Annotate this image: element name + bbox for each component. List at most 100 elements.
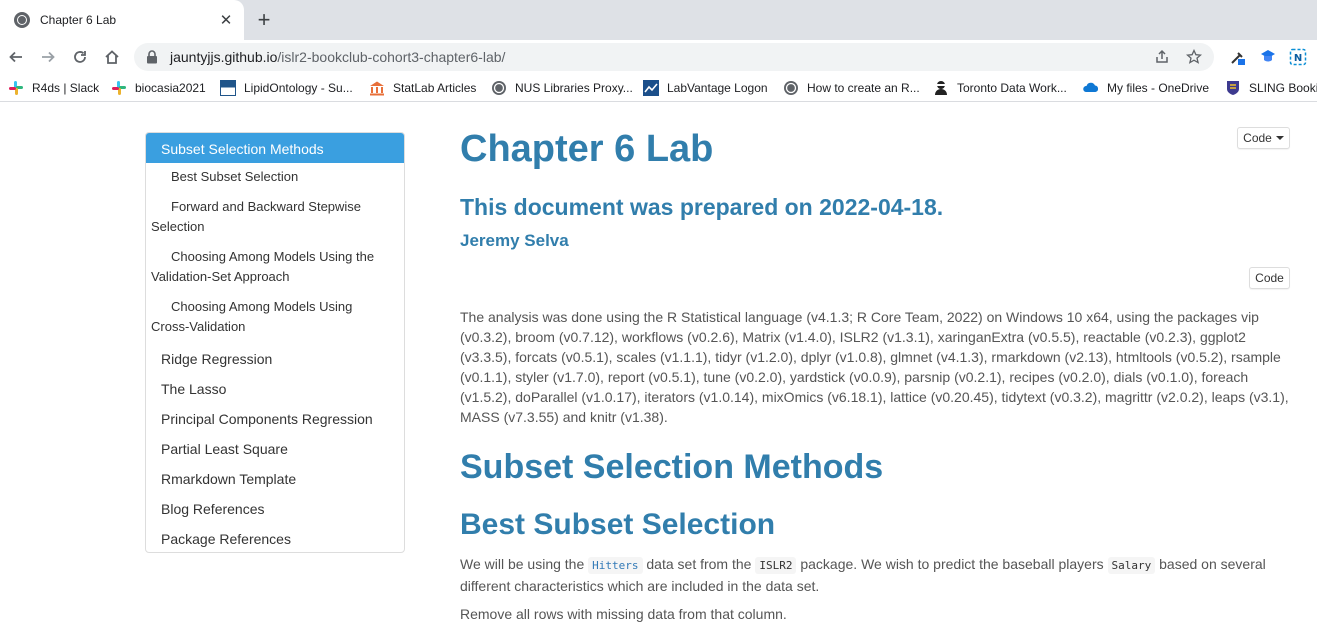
section-heading: Subset Selection Methods <box>460 448 884 486</box>
bookmarks-bar: R4ds | Slack biocasia2021 LipidOntology … <box>0 74 1317 102</box>
bookmark-label: R4ds | Slack <box>32 81 100 95</box>
toc-item-label: Subset Selection Methods <box>161 141 324 157</box>
toc-item-label: Choosing Among Models Using the Validati… <box>151 249 375 284</box>
bookmark-labvantage[interactable]: LabVantage Logon <box>643 79 768 97</box>
toc-item-label: Best Subset Selection <box>171 169 299 184</box>
eyedropper-extension-icon[interactable] <box>1228 47 1248 67</box>
subsection-heading: Best Subset Selection <box>460 508 776 541</box>
bookmark-label: LabVantage Logon <box>667 81 768 95</box>
tab-title: Chapter 6 Lab <box>40 13 117 27</box>
bookmark-label: NUS Libraries Proxy... <box>515 81 633 95</box>
ncbi-icon <box>220 80 236 96</box>
page-subtitle: This document was prepared on 2022-04-18… <box>460 194 944 220</box>
bookmark-statlab[interactable]: StatLab Articles <box>369 79 476 97</box>
toc-item-label: Principal Components Regression <box>161 411 373 427</box>
bookmark-label: StatLab Articles <box>393 81 477 95</box>
toc-item-label: Choosing Among Models Using Cross-Valida… <box>151 299 353 334</box>
url-host: jauntyjjs.github.io <box>170 49 278 65</box>
url-path: /islr2-bookclub-cohort3-chapter6-lab/ <box>277 49 506 65</box>
bookmark-star-icon[interactable] <box>1184 47 1204 67</box>
toc-item-ridge-regression[interactable]: Ridge Regression <box>146 349 404 369</box>
code-button-label: Code <box>1255 271 1284 285</box>
remove-rows-paragraph: Remove all rows with missing data from t… <box>460 606 787 622</box>
toc-item-cross-validation[interactable]: Choosing Among Models Using Cross-Valida… <box>146 297 404 337</box>
globe-icon <box>783 80 799 96</box>
toc-item-label: Ridge Regression <box>161 351 273 367</box>
code-button[interactable]: Code <box>1249 267 1290 289</box>
toc-item-pcr[interactable]: Principal Components Regression <box>146 409 404 429</box>
globe-icon <box>14 12 30 28</box>
text-run: We will be using the <box>460 556 589 572</box>
new-tab-button[interactable]: + <box>252 7 276 32</box>
bookmark-label: My files - OneDrive <box>1107 81 1210 95</box>
toc-item-subset-selection-methods[interactable]: Subset Selection Methods <box>146 133 404 163</box>
toc-item-blog-references[interactable]: Blog References <box>146 499 404 519</box>
bookmark-onedrive[interactable]: My files - OneDrive <box>1083 79 1209 97</box>
bookmark-create-r[interactable]: How to create an R... <box>783 79 920 97</box>
cloud-icon <box>1083 80 1099 96</box>
share-icon[interactable] <box>1152 47 1172 67</box>
toc-item-label: Blog References <box>161 501 265 517</box>
svg-text:N: N <box>1294 53 1302 64</box>
code-dropdown-label: Code <box>1243 131 1272 145</box>
bookmark-label: LipidOntology - Su... <box>244 81 353 95</box>
graduation-cap-extension-icon[interactable] <box>1258 47 1278 67</box>
bookmark-label: How to create an R... <box>807 81 920 95</box>
toc-item-package-references[interactable]: Package References <box>146 529 404 549</box>
toc-item-label: The Lasso <box>161 381 227 397</box>
home-button[interactable] <box>100 45 124 69</box>
globe-icon <box>491 80 507 96</box>
page-author: Jeremy Selva <box>460 231 569 250</box>
bookmark-nus-libraries[interactable]: NUS Libraries Proxy... <box>491 79 633 97</box>
forward-button[interactable] <box>36 45 60 69</box>
toc-item-pls[interactable]: Partial Least Square <box>146 439 404 459</box>
home-icon <box>105 50 119 64</box>
tab-strip: Chapter 6 Lab ✕ + <box>0 0 1317 40</box>
toc-item-best-subset-selection[interactable]: Best Subset Selection <box>146 167 404 187</box>
intro-paragraph: We will be using the Hitters data set fr… <box>460 554 1292 596</box>
toc-item-label: Forward and Backward Stepwise Selection <box>151 199 362 234</box>
labvantage-icon <box>643 80 659 96</box>
browser-toolbar: jauntyjjs.github.io/islr2-bookclub-cohor… <box>0 40 1317 74</box>
inline-code-islr2: ISLR2 <box>755 557 797 574</box>
session-info-paragraph: The analysis was done using the R Statis… <box>460 309 1289 425</box>
bookmark-label: biocasia2021 <box>135 81 206 95</box>
toc-item-rmarkdown-template[interactable]: Rmarkdown Template <box>146 469 404 489</box>
address-bar[interactable]: jauntyjjs.github.io/islr2-bookclub-cohor… <box>134 43 1214 71</box>
code-dropdown-button[interactable]: Code <box>1237 127 1290 149</box>
toc-item-label: Partial Least Square <box>161 441 288 457</box>
bookmark-label: Toronto Data Work... <box>957 81 1067 95</box>
library-icon <box>369 80 385 96</box>
toc-item-label: Package References <box>161 531 291 547</box>
page-title: Chapter 6 Lab <box>460 128 714 170</box>
bookmark-lipidontology[interactable]: LipidOntology - Su... <box>220 79 353 97</box>
sling-icon <box>1225 80 1241 96</box>
bookmark-label: SLING Booking <box>1249 81 1317 95</box>
text-run: package. We wish to predict the baseball… <box>796 556 1108 572</box>
bookmark-biocasia2021[interactable]: biocasia2021 <box>111 79 206 97</box>
arrow-right-icon <box>42 51 55 63</box>
arrow-left-icon <box>9 51 22 63</box>
inline-code-salary: Salary <box>1107 557 1156 574</box>
toc-item-forward-backward-stepwise[interactable]: Forward and Backward Stepwise Selection <box>146 197 404 237</box>
inline-code-hitters[interactable]: Hitters <box>588 557 643 574</box>
url-text[interactable]: jauntyjjs.github.io/islr2-bookclub-cohor… <box>170 49 505 65</box>
browser-tab[interactable]: Chapter 6 Lab ✕ <box>0 0 244 40</box>
text-run: data set from the <box>642 556 756 572</box>
reload-button[interactable] <box>68 45 92 69</box>
bookmark-toronto-data[interactable]: Toronto Data Work... <box>933 79 1067 97</box>
caret-down-icon <box>1275 136 1284 140</box>
slack-icon <box>8 80 24 96</box>
bookmark-r4ds-slack[interactable]: R4ds | Slack <box>8 79 99 97</box>
person-icon <box>933 80 949 96</box>
reload-icon <box>74 51 86 63</box>
bookmark-sling[interactable]: SLING Booking <box>1225 79 1317 97</box>
back-button[interactable] <box>4 45 28 69</box>
close-tab-icon[interactable]: ✕ <box>216 10 236 30</box>
toc-item-label: Rmarkdown Template <box>161 471 297 487</box>
table-of-contents: Subset Selection Methods Best Subset Sel… <box>145 132 405 553</box>
toc-item-validation-set-approach[interactable]: Choosing Among Models Using the Validati… <box>146 247 404 287</box>
notion-extension-icon[interactable]: N <box>1288 47 1308 67</box>
lock-icon[interactable] <box>146 50 158 64</box>
toc-item-the-lasso[interactable]: The Lasso <box>146 379 404 399</box>
